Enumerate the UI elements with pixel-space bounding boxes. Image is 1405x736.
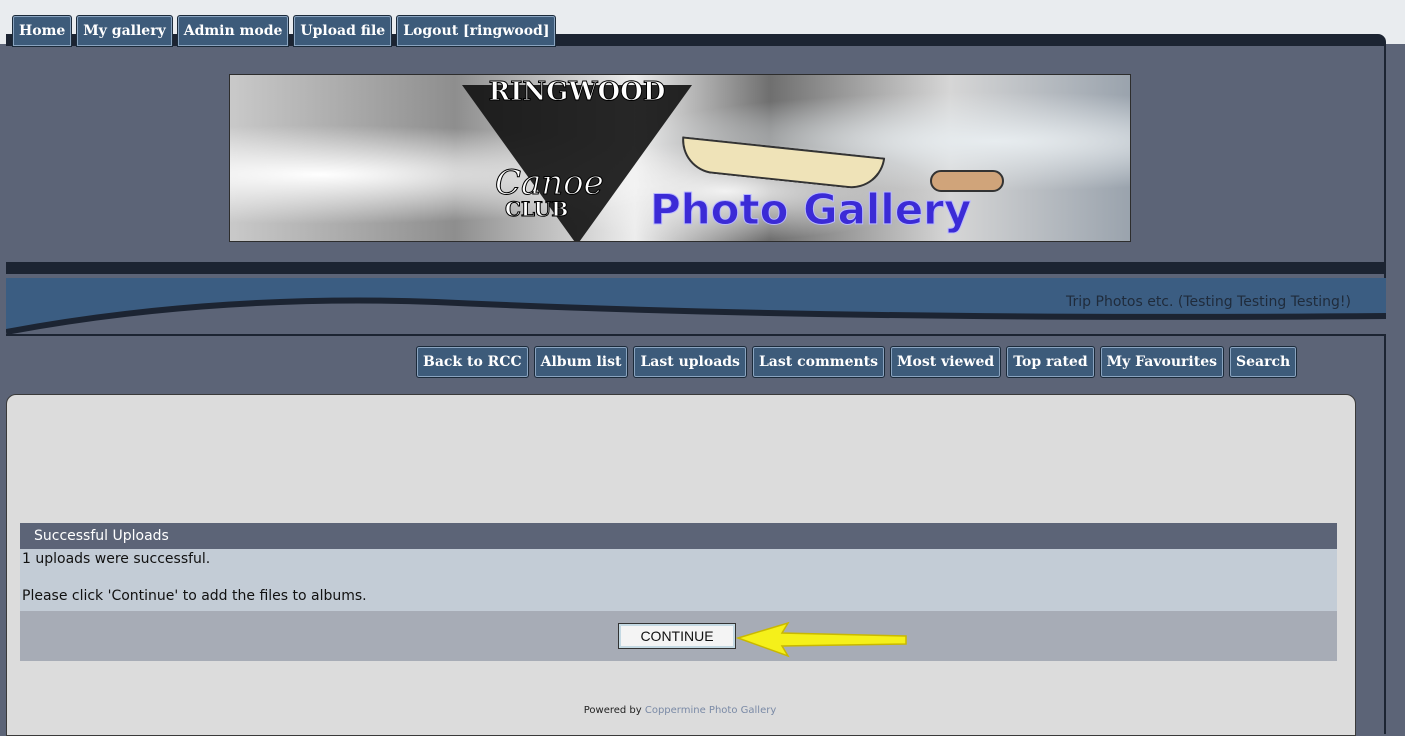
coppermine-link[interactable]: Coppermine Photo Gallery bbox=[645, 705, 776, 716]
powered-prefix: Powered by bbox=[583, 705, 645, 716]
nav-last-comments[interactable]: Last comments bbox=[751, 346, 886, 378]
continue-button[interactable]: CONTINUE bbox=[618, 623, 736, 649]
nav-my-favourites[interactable]: My Favourites bbox=[1099, 346, 1224, 378]
panel-footer: CONTINUE bbox=[20, 611, 1337, 661]
powered-by: Powered by Coppermine Photo Gallery bbox=[0, 705, 1360, 716]
site-banner: RINGWOOD Canoe CLUB Photo Gallery bbox=[229, 74, 1131, 242]
panel-body: 1 uploads were successful. Please click … bbox=[20, 549, 1337, 611]
nav-upload-file[interactable]: Upload file bbox=[293, 15, 393, 47]
upload-result-panel: Successful Uploads 1 uploads were succes… bbox=[20, 523, 1337, 661]
nav-home[interactable]: Home bbox=[12, 15, 73, 47]
club-logo-name: RINGWOOD bbox=[488, 77, 666, 108]
yellow-arrow-icon bbox=[736, 621, 907, 658]
nav-search[interactable]: Search bbox=[1228, 346, 1298, 378]
nav-most-viewed[interactable]: Most viewed bbox=[890, 346, 1002, 378]
upload-count-message: 1 uploads were successful. bbox=[22, 551, 211, 567]
nav-admin-mode[interactable]: Admin mode bbox=[176, 15, 290, 47]
club-logo-club: CLUB bbox=[504, 197, 569, 222]
top-nav: Home My gallery Admin mode Upload file L… bbox=[12, 15, 557, 47]
nav-top-rated[interactable]: Top rated bbox=[1006, 346, 1095, 378]
nav-my-gallery[interactable]: My gallery bbox=[76, 15, 173, 47]
gallery-tagline: Trip Photos etc. (Testing Testing Testin… bbox=[1066, 294, 1351, 310]
continue-instruction: Please click 'Continue' to add the files… bbox=[22, 588, 367, 604]
nav-album-list[interactable]: Album list bbox=[533, 346, 629, 378]
header-divider bbox=[6, 262, 1386, 274]
nav-back-to-rcc[interactable]: Back to RCC bbox=[416, 346, 529, 378]
sub-nav: Back to RCC Album list Last uploads Last… bbox=[416, 346, 1298, 378]
panel-heading: Successful Uploads bbox=[20, 523, 1337, 549]
nav-logout[interactable]: Logout [ringwood] bbox=[396, 15, 557, 47]
banner-title: Photo Gallery bbox=[649, 185, 972, 235]
nav-last-uploads[interactable]: Last uploads bbox=[633, 346, 747, 378]
